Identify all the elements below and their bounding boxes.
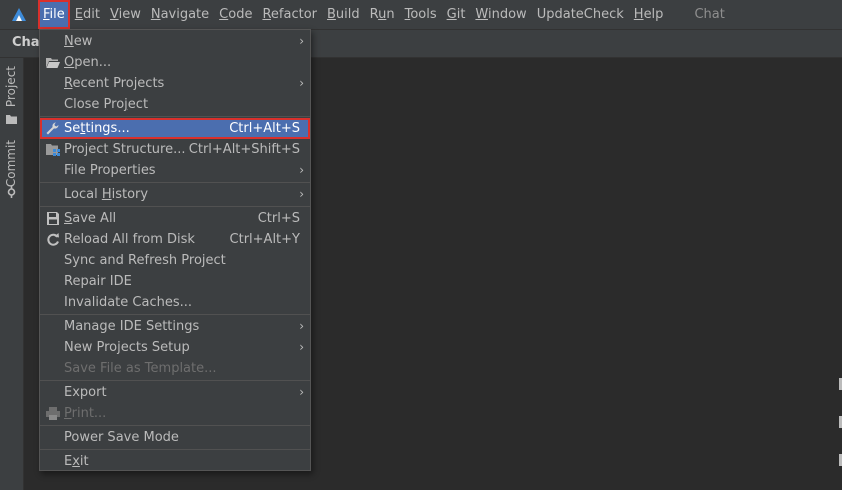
window-title: Chat (694, 7, 725, 22)
folder-open-icon (46, 58, 60, 68)
menu-item-reload-all[interactable]: Reload All from Disk Ctrl+Alt+Y (40, 229, 310, 250)
commit-tool-label: Commit (4, 140, 18, 188)
menu-item-open[interactable]: Open... (40, 52, 310, 73)
menu-item-manage-ide-settings[interactable]: Manage IDE Settings › (40, 316, 310, 337)
commit-icon (7, 186, 16, 198)
shortcut-label: Ctrl+Alt+Shift+S (188, 142, 300, 157)
menu-help[interactable]: Help (629, 0, 669, 29)
menu-item-exit[interactable]: Exit (40, 451, 310, 472)
shortcut-label: Ctrl+Alt+Y (229, 232, 300, 247)
menu-separator (40, 116, 310, 117)
wrench-icon (46, 122, 59, 135)
menu-item-power-save-mode[interactable]: Power Save Mode (40, 427, 310, 448)
menu-item-print: Print... (40, 403, 310, 424)
menu-item-repair-ide[interactable]: Repair IDE (40, 271, 310, 292)
menu-item-local-history[interactable]: Local History › (40, 184, 310, 205)
submenu-arrow-icon: › (299, 319, 304, 333)
menu-edit[interactable]: Edit (70, 0, 105, 29)
menu-separator (40, 425, 310, 426)
left-tool-strip: Project Commit (0, 58, 24, 490)
menu-item-new[interactable]: New › (40, 31, 310, 52)
menu-updatecheck[interactable]: UpdateCheck (532, 0, 629, 29)
menu-item-save-file-as-template: Save File as Template... (64, 361, 217, 376)
menu-file[interactable]: File (38, 0, 70, 29)
menu-item-project-structure[interactable]: Project Structure... Ctrl+Alt+Shift+S (40, 139, 310, 160)
project-tool-button[interactable]: Project (0, 64, 23, 128)
folder-icon (6, 115, 17, 124)
printer-icon (46, 407, 60, 420)
menu-item-new-projects-setup[interactable]: New Projects Setup › (40, 337, 310, 358)
menu-run[interactable]: Run (365, 0, 400, 29)
menu-tools[interactable]: Tools (400, 0, 442, 29)
menu-item-settings[interactable]: Settings... Ctrl+Alt+S (40, 118, 310, 139)
menu-separator (40, 449, 310, 450)
menu-code[interactable]: Code (214, 0, 257, 29)
menu-separator (40, 182, 310, 183)
commit-tool-button[interactable]: Commit (0, 138, 23, 200)
project-structure-icon (46, 144, 60, 156)
submenu-arrow-icon: › (299, 163, 304, 177)
menu-navigate[interactable]: Navigate (146, 0, 214, 29)
shortcut-label: Ctrl+Alt+S (229, 121, 300, 136)
reload-icon (47, 233, 59, 246)
menu-git[interactable]: Git (442, 0, 471, 29)
menu-separator (40, 314, 310, 315)
submenu-arrow-icon: › (299, 340, 304, 354)
menu-view[interactable]: View (105, 0, 146, 29)
menu-separator (40, 206, 310, 207)
submenu-arrow-icon: › (299, 385, 304, 399)
menu-item-save-all[interactable]: Save All Ctrl+S (40, 208, 310, 229)
submenu-arrow-icon: › (299, 34, 304, 48)
save-icon (47, 212, 59, 225)
deveco-logo-icon[interactable] (0, 0, 38, 29)
submenu-arrow-icon: › (299, 187, 304, 201)
menu-item-invalidate-caches[interactable]: Invalidate Caches... (40, 292, 310, 313)
menu-refactor[interactable]: Refactor (257, 0, 322, 29)
menu-item-export[interactable]: Export › (40, 382, 310, 403)
menu-window[interactable]: Window (470, 0, 531, 29)
project-tool-label: Project (4, 66, 18, 108)
menu-bar: File Edit View Navigate Code Refactor Bu… (0, 0, 842, 30)
submenu-arrow-icon: › (299, 76, 304, 90)
file-menu-dropdown: New › Open... Recent Projects › Close Pr… (39, 29, 311, 471)
menu-item-sync-refresh[interactable]: Sync and Refresh Project (40, 250, 310, 271)
shortcut-label: Ctrl+S (257, 211, 300, 226)
menu-item-close-project[interactable]: Close Project (40, 94, 310, 115)
menu-separator (40, 380, 310, 381)
menu-item-file-properties[interactable]: File Properties › (40, 160, 310, 181)
menu-item-recent-projects[interactable]: Recent Projects › (40, 73, 310, 94)
menu-build[interactable]: Build (322, 0, 365, 29)
